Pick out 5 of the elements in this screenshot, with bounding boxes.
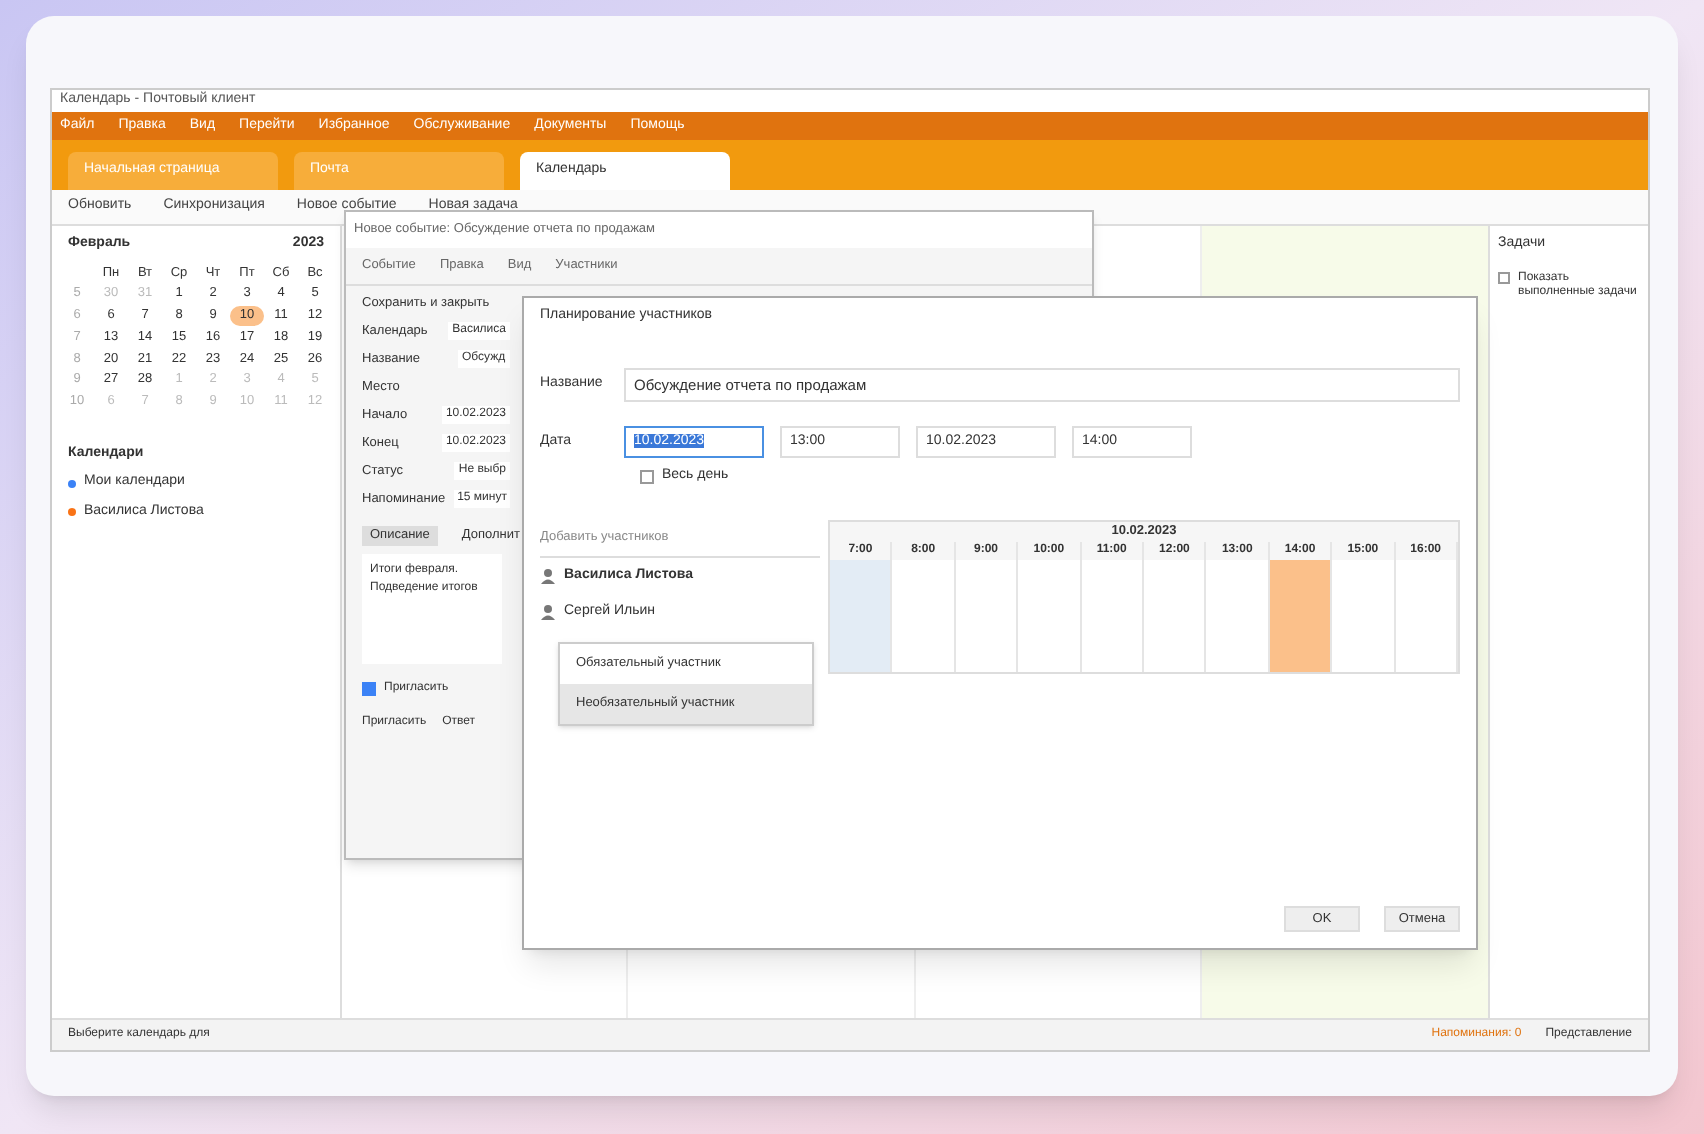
person-icon (540, 567, 556, 584)
person-icon (540, 604, 556, 621)
checkbox[interactable] (640, 470, 654, 484)
checkbox[interactable] (1498, 271, 1510, 283)
checkbox[interactable] (362, 682, 376, 696)
